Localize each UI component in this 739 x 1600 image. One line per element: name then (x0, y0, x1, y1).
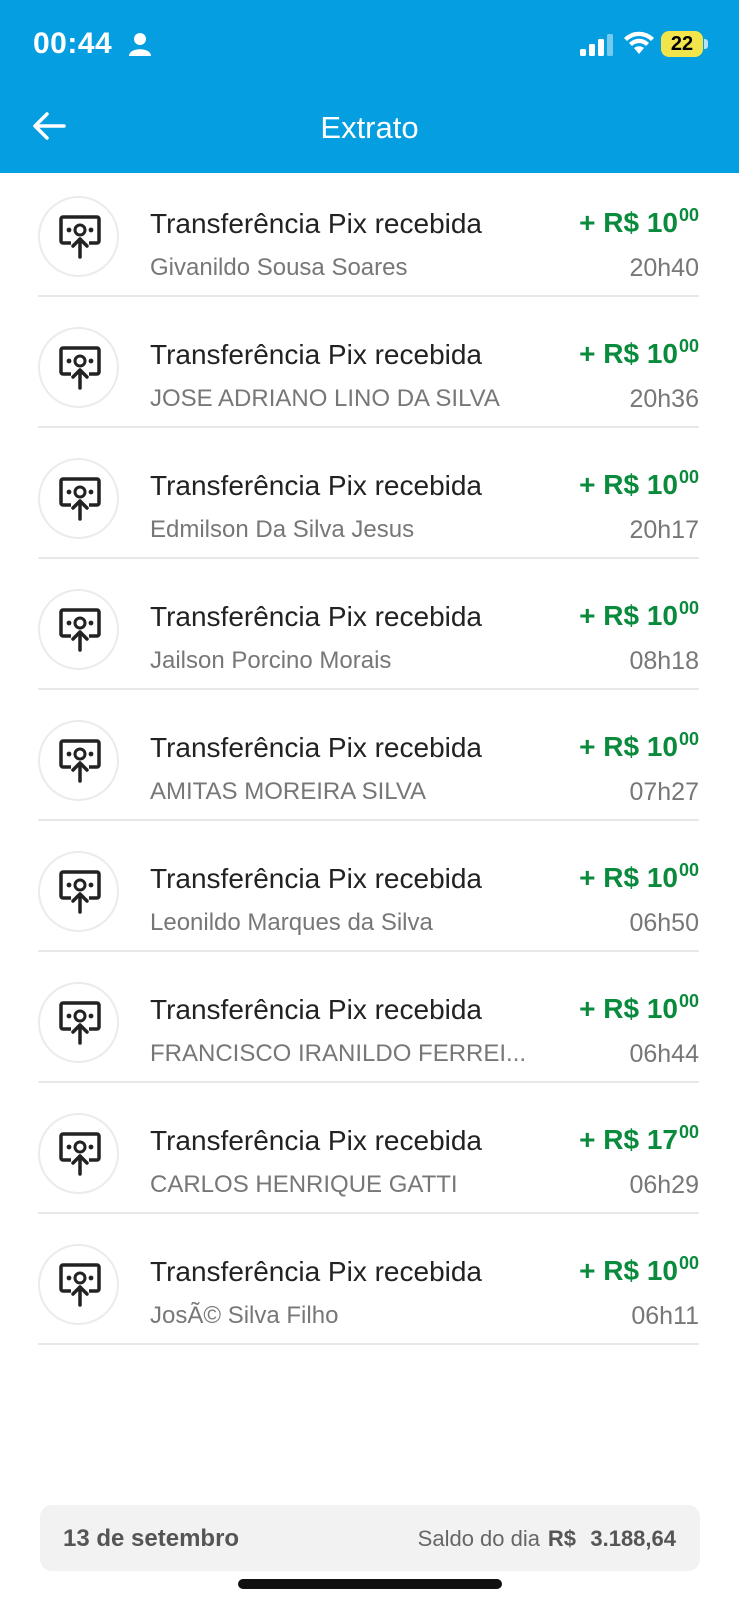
transaction-amount: + R$ 1000 (579, 860, 699, 894)
transaction-title: Transferência Pix recebida (150, 339, 483, 370)
transaction-amount: + R$ 1000 (579, 729, 699, 763)
pix-receive-icon (38, 196, 119, 277)
amount-cents: 00 (678, 205, 699, 225)
transaction-row[interactable]: Transferência Pix recebida CARLOS HENRIQU… (0, 1080, 739, 1214)
transaction-amount: + R$ 1000 (579, 205, 699, 239)
transaction-row[interactable]: Transferência Pix recebida JOSE ADRIANO L… (0, 294, 739, 428)
balance-currency: R$ (547, 1526, 576, 1551)
amount-main: + R$ 10 (579, 993, 678, 1024)
transaction-title: Transferência Pix recebida (150, 601, 483, 632)
transaction-sender: CARLOS HENRIQUE GATTI (150, 1171, 458, 1198)
daily-balance-bar: 13 de setembro Saldo do dia R$ 3.188,64 (40, 1505, 700, 1571)
amount-main: + R$ 10 (579, 338, 678, 369)
person-icon (129, 33, 151, 56)
wifi-icon (624, 31, 654, 54)
amount-main: + R$ 10 (579, 600, 678, 631)
transaction-row[interactable]: Transferência Pix recebida Givanildo Sous… (0, 163, 739, 297)
amount-main: + R$ 10 (579, 731, 678, 762)
home-indicator (238, 1579, 502, 1589)
transaction-title: Transferência Pix recebida (150, 863, 483, 894)
transaction-amount: + R$ 1000 (579, 598, 699, 632)
amount-main: + R$ 10 (579, 1255, 678, 1286)
pix-receive-icon (38, 1113, 119, 1194)
pix-receive-icon (38, 327, 119, 408)
transaction-sender: JOSE ADRIANO LINO DA SILVA (150, 385, 500, 412)
battery-tip (704, 39, 708, 49)
pix-receive-icon (38, 1244, 119, 1325)
transaction-sender: Edmilson Da Silva Jesus (150, 516, 415, 543)
balance-label: Saldo do dia (417, 1526, 540, 1551)
pix-receive-icon (38, 982, 119, 1063)
pix-receive-glyph (59, 1263, 101, 1307)
transaction-sender: JosÃ© Silva Filho (150, 1302, 339, 1329)
amount-main: + R$ 17 (579, 1124, 678, 1155)
transaction-sender: Givanildo Sousa Soares (150, 254, 408, 281)
amount-cents: 00 (678, 860, 699, 880)
transaction-row[interactable]: Transferência Pix recebida FRANCISCO IRAN… (0, 949, 739, 1083)
signal-icon (580, 34, 613, 56)
transaction-amount: + R$ 1700 (579, 1122, 699, 1156)
transaction-amount: + R$ 1000 (579, 1253, 699, 1287)
transaction-row[interactable]: Transferência Pix recebida JosÃ© Silva Fi… (0, 1211, 739, 1345)
transaction-title: Transferência Pix recebida (150, 994, 483, 1025)
transaction-amount: + R$ 1000 (579, 991, 699, 1025)
amount-cents: 00 (678, 336, 699, 356)
transaction-sender: Jailson Porcino Morais (150, 647, 392, 674)
pix-receive-icon (38, 851, 119, 932)
pix-receive-glyph (59, 477, 101, 521)
transaction-title: Transferência Pix recebida (150, 1125, 483, 1156)
transaction-time: 07h27 (629, 778, 699, 806)
balance-value: 3.188,64 (590, 1526, 676, 1551)
page-title: Extrato (320, 110, 419, 145)
transaction-row[interactable]: Transferência Pix recebida Leonildo Marqu… (0, 818, 739, 952)
transaction-row[interactable]: Transferência Pix recebida AMITAS MOREIRA… (0, 687, 739, 821)
transaction-time: 20h36 (629, 385, 699, 413)
pix-receive-icon (38, 458, 119, 539)
balance-date: 13 de setembro (63, 1525, 240, 1552)
pix-receive-glyph (59, 215, 101, 259)
amount-cents: 00 (678, 467, 699, 487)
transaction-sender: Leonildo Marques da Silva (150, 909, 433, 936)
amount-main: + R$ 10 (579, 469, 678, 500)
transaction-row[interactable]: Transferência Pix recebida Jailson Porcin… (0, 556, 739, 690)
transaction-time: 06h29 (629, 1171, 699, 1199)
transaction-title: Transferência Pix recebida (150, 1256, 483, 1287)
transaction-sender: AMITAS MOREIRA SILVA (150, 778, 427, 805)
pix-receive-icon (38, 589, 119, 670)
transaction-time: 20h40 (629, 254, 699, 282)
pix-receive-icon (38, 720, 119, 801)
transaction-title: Transferência Pix recebida (150, 208, 483, 239)
pix-receive-glyph (59, 1001, 101, 1045)
transaction-time: 08h18 (629, 647, 699, 675)
transaction-amount: + R$ 1000 (579, 336, 699, 370)
transaction-time: 20h17 (629, 516, 699, 544)
pix-receive-glyph (59, 739, 101, 783)
amount-cents: 00 (678, 729, 699, 749)
status-time: 00:44 (33, 27, 113, 60)
status-bar: 00:44 22 (0, 0, 739, 88)
transaction-row[interactable]: Transferência Pix recebida Edmilson Da Si… (0, 425, 739, 559)
battery-icon: 22 (661, 31, 703, 57)
battery-level: 22 (670, 33, 694, 55)
pix-receive-glyph (59, 346, 101, 390)
row-divider (38, 1343, 699, 1345)
transaction-time: 06h44 (629, 1040, 699, 1068)
transaction-time: 06h50 (629, 909, 699, 937)
transaction-title: Transferência Pix recebida (150, 470, 483, 501)
amount-cents: 00 (678, 1253, 699, 1273)
amount-cents: 00 (678, 598, 699, 618)
transaction-amount: + R$ 1000 (579, 467, 699, 501)
transaction-sender: FRANCISCO IRANILDO FERREI... (150, 1040, 527, 1067)
amount-cents: 00 (678, 991, 699, 1011)
transaction-time: 06h11 (631, 1302, 699, 1330)
pix-receive-glyph (59, 1132, 101, 1176)
app-bar: Extrato (0, 88, 739, 173)
amount-main: + R$ 10 (579, 207, 678, 238)
pix-receive-glyph (59, 870, 101, 914)
amount-main: + R$ 10 (579, 862, 678, 893)
pix-receive-glyph (59, 608, 101, 652)
transaction-title: Transferência Pix recebida (150, 732, 483, 763)
amount-cents: 00 (678, 1122, 699, 1142)
